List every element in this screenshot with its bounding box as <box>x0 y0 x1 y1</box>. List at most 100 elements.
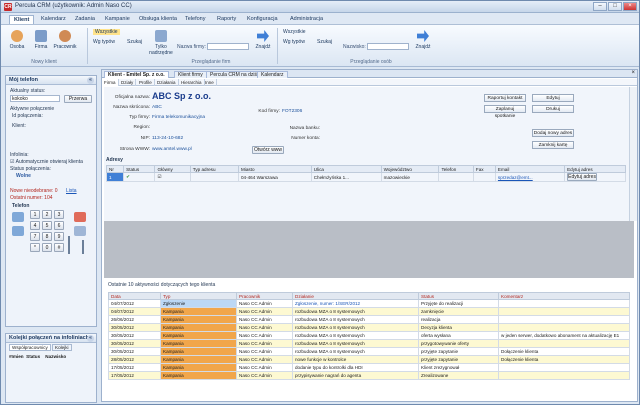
key-hash[interactable]: # <box>54 243 64 252</box>
col-email: Email <box>494 165 566 173</box>
tab-queues[interactable]: Kolejki <box>52 344 72 351</box>
volume-slider[interactable] <box>68 236 70 254</box>
filter-type-people[interactable]: Wg typów <box>283 39 305 45</box>
subtab-firma[interactable]: Firma <box>102 79 119 86</box>
key-9[interactable]: 9 <box>54 232 64 241</box>
subtab-dzialania[interactable]: Działania <box>155 79 179 86</box>
key-1[interactable]: 1 <box>30 210 40 219</box>
menu-klient[interactable]: Klient <box>9 15 35 24</box>
new-company-button[interactable]: Firma <box>29 30 53 58</box>
missed-list-link[interactable]: Lista <box>66 188 77 194</box>
print-button[interactable]: Drukuj <box>532 105 574 113</box>
table-row[interactable]: 17/05/2012 Kampania Naso CC Admin przypisyw… <box>108 371 630 380</box>
key-6[interactable]: 6 <box>54 221 64 230</box>
menu-kalendarz[interactable]: Kalendarz <box>37 15 70 24</box>
filter-all-firms[interactable]: Wszystkie <box>93 29 120 35</box>
table-row[interactable]: 1 ✔ ☑ 04-464 Warszawa Chełmżyńska 1... mazowi… <box>105 172 626 182</box>
edit-button[interactable]: Edytuj <box>532 94 574 102</box>
key-8[interactable]: 8 <box>42 232 52 241</box>
new-employee-button[interactable]: Pracownik <box>53 30 77 58</box>
table-row[interactable]: 04/07/2012 Kampania Naso CC Admin rozbudowa… <box>108 307 630 316</box>
close-card-button[interactable]: Zamknij kartę <box>532 141 574 149</box>
cell: 04-464 Warszawa <box>237 172 312 182</box>
main-checkbox[interactable]: ☑ <box>154 172 191 182</box>
new-person-button[interactable]: Osoba <box>5 30 29 58</box>
mic-slider[interactable] <box>82 240 84 254</box>
subtab-profile[interactable]: Profile <box>137 79 155 86</box>
close-tab-icon[interactable]: × <box>631 70 635 76</box>
subtab-inne[interactable]: Inne <box>203 79 217 86</box>
maximize-button[interactable]: □ <box>608 2 622 11</box>
surname-label: Nazwisko: <box>343 44 366 50</box>
table-row[interactable]: 30/05/2012 Kampania Naso CC Admin rozbudowa… <box>108 323 630 332</box>
edit-address-button[interactable]: Edytuj adres <box>567 173 598 181</box>
panel-title: Kolejki połączeń na infoliniach « <box>6 334 96 343</box>
vertical-scrollbar[interactable] <box>629 87 637 221</box>
handset-icon[interactable] <box>12 212 24 222</box>
menu-obsluga[interactable]: Obsługa klienta <box>135 15 181 24</box>
key-2[interactable]: 2 <box>42 210 52 219</box>
tab-crm-today[interactable]: Percula CRM na dziś <box>206 71 261 78</box>
subtab-dzialy[interactable]: Działy <box>119 79 137 86</box>
company-name-input[interactable] <box>207 43 249 50</box>
queue-panel: Kolejki połączeń na infoliniach « Współpr… <box>5 333 97 403</box>
key-3[interactable]: 3 <box>54 210 64 219</box>
company-www[interactable]: www.amtel.www.pl <box>152 147 192 152</box>
open-www-button[interactable]: Otwórz www <box>252 146 284 154</box>
find-firms-button[interactable]: Znajdź <box>251 30 275 58</box>
find-people-button[interactable]: Znajdź <box>411 30 435 58</box>
table-row[interactable]: 17/05/2012 Kampania Naso CC Admin dodanie t… <box>108 363 630 372</box>
menu-zadania[interactable]: Zadania <box>71 15 99 24</box>
pause-button[interactable]: Przerwa <box>64 95 92 103</box>
hangup-icon[interactable] <box>74 212 86 222</box>
queue-tabs: Współpracownicy Kolejki <box>9 344 72 351</box>
minimize-button[interactable]: – <box>593 2 607 11</box>
table-row[interactable]: 30/05/2012 Kampania Naso CC Admin rozbudowa… <box>108 339 630 348</box>
hold-icon[interactable] <box>74 226 86 236</box>
filter-all-people[interactable]: Wszystkie <box>283 29 306 35</box>
auto-open-checkbox[interactable]: ☑ Automatycznie otwieraj klienta <box>10 159 83 165</box>
collapse-icon[interactable]: « <box>87 77 94 84</box>
cell: Naso CC Admin <box>236 339 293 348</box>
tab-calendar[interactable]: Kalendarz <box>257 71 288 78</box>
table-row[interactable]: 28/05/2012 Kampania Naso CC Admin nowe funk… <box>108 355 630 364</box>
surname-input[interactable] <box>367 43 409 50</box>
table-row[interactable]: 30/05/2012 Kampania Naso CC Admin rozbudowa… <box>108 347 630 356</box>
collapse-icon[interactable]: « <box>87 335 94 342</box>
menu-raporty[interactable]: Raporty <box>213 15 240 24</box>
search-people-button[interactable]: Szukaj <box>317 39 332 45</box>
table-row[interactable]: 30/05/2012 Kampania Naso CC Admin rozbudowa… <box>108 331 630 340</box>
only-parent-button[interactable]: Tylko nadrzędne <box>147 30 175 58</box>
report-contact-button[interactable]: Raportuj kontakt <box>484 94 526 102</box>
menu-administracja[interactable]: Administracja <box>286 15 327 24</box>
button-label: Firma <box>34 44 48 50</box>
key-4[interactable]: 4 <box>30 221 40 230</box>
cell: Naso CC Admin <box>236 315 293 324</box>
plan-meeting-button[interactable]: Zaplanuj spotkanie <box>484 105 526 119</box>
status-input[interactable]: kokoko <box>10 95 60 102</box>
key-5[interactable]: 5 <box>42 221 52 230</box>
transfer-icon[interactable] <box>12 226 24 236</box>
key-0[interactable]: 0 <box>42 243 52 252</box>
subtab-hierarchia[interactable]: Hierarchia <box>179 79 205 86</box>
add-address-button[interactable]: Dodaj nowy adres <box>532 129 574 137</box>
company-nip: 113-24-10-682 <box>152 136 184 141</box>
table-row[interactable]: 04/07/2012 Zgłoszenie Naso CC Admin Zgłosze… <box>108 299 630 308</box>
cell: 04/07/2012 <box>108 307 161 316</box>
tab-coworkers[interactable]: Współpracownicy <box>9 344 51 351</box>
search-firms-button[interactable]: Szukaj <box>127 39 142 45</box>
menu-konfiguracja[interactable]: Konfiguracja <box>243 15 282 24</box>
close-button[interactable]: × <box>623 2 637 11</box>
status-label: Aktualny status: <box>10 88 46 94</box>
key-7[interactable]: 7 <box>30 232 40 241</box>
field-label: Region: <box>133 125 150 130</box>
key-star[interactable]: * <box>30 243 40 252</box>
tab-client[interactable]: Klient - Emitel Sp. z o.o. <box>104 71 169 78</box>
email-link[interactable]: sprzedaz@emt... <box>494 172 566 182</box>
table-row[interactable]: 26/06/2012 Kampania Naso CC Admin rozbudowa… <box>108 315 630 324</box>
menu-kampanie[interactable]: Kampanie <box>101 15 134 24</box>
cell: Naso CC Admin <box>236 355 293 364</box>
menu-telefony[interactable]: Telefony <box>181 15 210 24</box>
filter-type-firms[interactable]: Wg typów <box>93 39 115 45</box>
tab-client-firm[interactable]: Klient firmy <box>174 71 207 78</box>
